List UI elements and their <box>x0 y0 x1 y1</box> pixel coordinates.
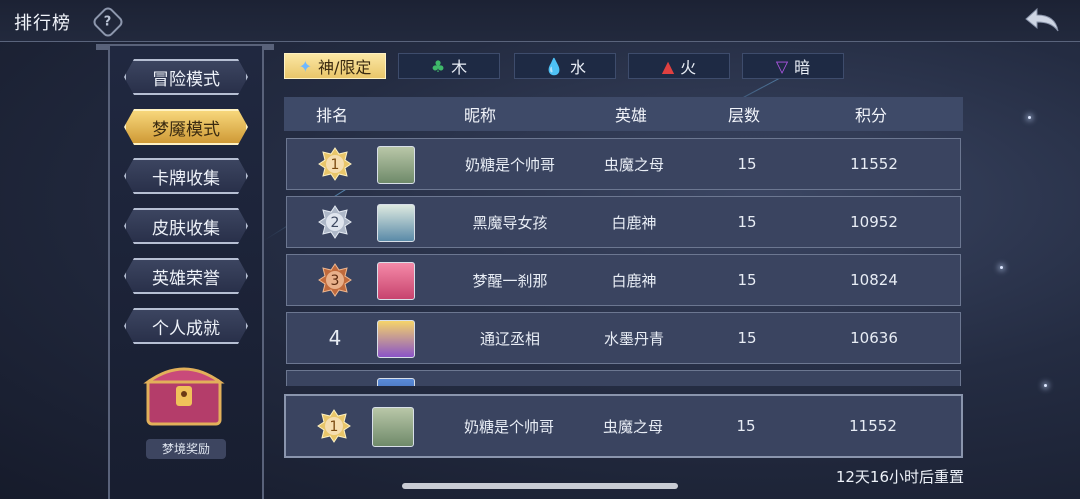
svg-text:1: 1 <box>331 157 340 173</box>
tab-water[interactable]: 💧 水 <box>514 53 616 79</box>
header-rank: 排名 <box>315 106 348 125</box>
treasure-chest-icon[interactable] <box>138 356 230 428</box>
back-arrow-icon[interactable] <box>1022 6 1062 36</box>
score: 11552 <box>849 417 897 435</box>
leaf-icon: ♣ <box>430 56 446 76</box>
tab-god-limited[interactable]: ✦ 神/限定 <box>284 53 386 79</box>
tab-fire[interactable]: ▲ 火 <box>628 53 730 79</box>
nickname: 黑魔导女孩 <box>472 213 548 232</box>
top-bar: 排行榜 ? <box>0 0 1080 42</box>
score: 11552 <box>850 155 898 173</box>
avatar <box>377 262 415 300</box>
table-row[interactable]: 3 梦醒一刹那 白鹿神 15 10824 <box>286 254 961 306</box>
header-hero: 英雄 <box>614 106 647 125</box>
floor-count: 15 <box>737 271 757 289</box>
sparkle-icon: ✦ <box>298 56 312 76</box>
avatar <box>377 204 415 242</box>
my-rank-row: 1 奶糖是个帅哥 虫魔之母 15 11552 <box>284 394 963 458</box>
ranking-list[interactable]: 1 奶糖是个帅哥 虫魔之母 15 11552 2 黑魔导女孩 白鹿神 15 10… <box>284 136 963 386</box>
svg-text:1: 1 <box>330 419 339 435</box>
help-icon[interactable]: ? <box>91 5 125 39</box>
header-score: 积分 <box>854 106 887 125</box>
header-nickname: 昵称 <box>463 106 496 125</box>
score: 10952 <box>850 213 898 231</box>
reset-countdown: 12天16小时后重置 <box>835 468 964 486</box>
floor-count: 15 <box>736 417 756 435</box>
dark-triangle-icon: ▽ <box>775 56 789 76</box>
score: 10636 <box>850 329 898 347</box>
table-row[interactable]: 1 奶糖是个帅哥 虫魔之母 15 11552 <box>286 138 961 190</box>
hero-honor-button[interactable]: 英雄荣誉 <box>124 258 248 294</box>
flame-icon: ▲ <box>661 56 675 76</box>
mode-adventure-button[interactable]: 冒险模式 <box>124 59 248 95</box>
avatar <box>377 320 415 358</box>
page-title: 排行榜 <box>14 13 71 34</box>
table-row-partial[interactable] <box>286 370 961 386</box>
floor-count: 15 <box>737 213 757 231</box>
hero-name: 虫魔之母 <box>603 155 664 174</box>
silver-rank-badge-icon: 2 <box>287 204 383 240</box>
header-floor: 层数 <box>727 106 760 125</box>
nickname: 通辽丞相 <box>479 329 540 348</box>
avatar <box>372 407 414 447</box>
rank-number: 4 <box>328 326 342 350</box>
personal-achievement-button[interactable]: 个人成就 <box>124 308 248 344</box>
hero-name: 白鹿神 <box>611 271 657 290</box>
home-indicator[interactable] <box>402 483 678 489</box>
floor-count: 15 <box>737 155 757 173</box>
avatar <box>377 146 415 184</box>
avatar <box>377 378 415 386</box>
dream-reward-label: 梦境奖励 <box>146 439 226 459</box>
hero-name: 水墨丹青 <box>603 329 664 348</box>
water-drop-icon: 💧 <box>544 56 564 76</box>
score: 10824 <box>850 271 898 289</box>
svg-text:2: 2 <box>331 215 340 231</box>
floor-count: 15 <box>737 329 757 347</box>
hero-name: 白鹿神 <box>611 213 657 232</box>
table-row[interactable]: 2 黑魔导女孩 白鹿神 15 10952 <box>286 196 961 248</box>
svg-text:3: 3 <box>331 273 340 289</box>
bronze-rank-badge-icon: 3 <box>287 262 383 298</box>
mode-nightmare-button[interactable]: 梦魇模式 <box>124 109 248 145</box>
skin-collection-button[interactable]: 皮肤收集 <box>124 208 248 244</box>
gold-rank-badge-icon: 1 <box>286 408 382 444</box>
table-row[interactable]: 4 通辽丞相 水墨丹青 15 10636 <box>286 312 961 364</box>
nickname: 梦醒一刹那 <box>472 271 548 290</box>
gold-rank-badge-icon: 1 <box>287 146 383 182</box>
nickname: 奶糖是个帅哥 <box>464 155 555 174</box>
table-header: 排名 昵称 英雄 层数 积分 <box>284 97 963 131</box>
card-collection-button[interactable]: 卡牌收集 <box>124 158 248 194</box>
hero-name: 虫魔之母 <box>602 417 663 436</box>
tab-dark[interactable]: ▽ 暗 <box>742 53 844 79</box>
tab-wood[interactable]: ♣ 木 <box>398 53 500 79</box>
nickname: 奶糖是个帅哥 <box>463 417 554 436</box>
